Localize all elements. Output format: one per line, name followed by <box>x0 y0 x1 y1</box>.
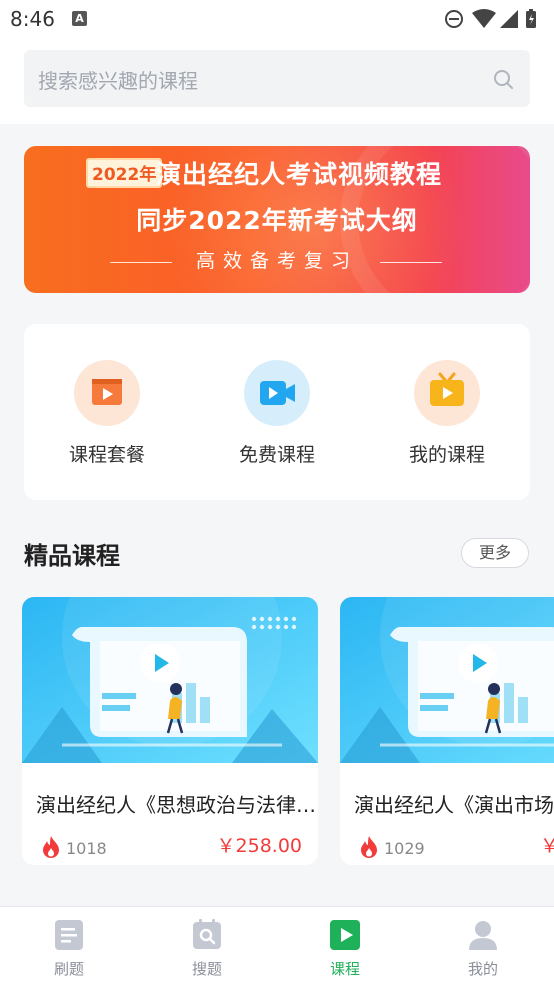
entry-course-package[interactable]: 课程套餐 <box>42 360 172 470</box>
tab-course-label: 课程 <box>329 960 360 978</box>
search-question-icon <box>193 919 221 949</box>
course-title: 演出经纪人《演出市场政策与经纪实务》 <box>354 793 554 817</box>
battery-icon <box>526 9 536 28</box>
course-price: ￥258.00 <box>216 835 302 857</box>
course-card[interactable]: 演出经纪人《思想政治与法律基础》 1018 ￥258.00 <box>22 597 318 865</box>
course-play-icon <box>330 920 360 950</box>
course-cover-image <box>22 597 318 763</box>
status-bar: 8:46 A <box>0 0 554 38</box>
banner-year-badge: 2022年 <box>86 158 163 188</box>
flame-icon <box>43 836 59 858</box>
bottom-tab-bar: 刷题 搜题 课程 我的 <box>0 906 554 984</box>
profile-icon <box>469 921 497 950</box>
search-placeholder: 搜索感兴趣的课程 <box>38 69 198 93</box>
tab-practice[interactable]: 刷题 <box>0 907 138 984</box>
entry-my-course[interactable]: 我的课程 <box>382 360 512 470</box>
quick-entry-panel: 课程套餐 免费课程 我的课程 <box>24 324 530 500</box>
search-icon[interactable] <box>492 68 514 90</box>
section-title: 精品课程 <box>24 542 120 570</box>
status-time: 8:46 <box>10 7 55 31</box>
course-card[interactable]: 演出经纪人《演出市场政策与经纪实务》 1029 ￥258.00 <box>340 597 554 865</box>
practice-icon <box>55 920 83 950</box>
tab-profile[interactable]: 我的 <box>414 907 552 984</box>
status-icons <box>445 9 536 28</box>
wifi-icon <box>472 9 496 28</box>
course-price: ￥258.00 <box>540 835 554 857</box>
course-views: 1018 <box>66 839 107 858</box>
banner-subheadline: 同步2022年新考试大纲 <box>136 206 418 235</box>
dnd-icon <box>445 10 463 28</box>
course-cover-image <box>340 597 554 763</box>
notification-icon: A <box>72 11 87 26</box>
top-area: 8:46 A 搜索感兴趣的课程 <box>0 0 554 124</box>
search-bar[interactable]: 搜索感兴趣的课程 <box>24 50 530 107</box>
banner-divider-right <box>380 262 442 263</box>
tab-search-question[interactable]: 搜题 <box>138 907 276 984</box>
tab-search-question-label: 搜题 <box>191 960 222 978</box>
entry-free-course[interactable]: 免费课程 <box>212 360 342 470</box>
banner-headline: 演出经纪人考试视频教程 <box>156 160 443 189</box>
signal-icon <box>500 10 518 28</box>
entry-course-package-label: 课程套餐 <box>68 444 145 466</box>
tab-course[interactable]: 课程 <box>276 907 414 984</box>
more-button[interactable]: 更多 <box>461 538 529 568</box>
entry-my-course-label: 我的课程 <box>408 444 485 466</box>
flame-icon <box>361 836 377 858</box>
course-title: 演出经纪人《思想政治与法律基础》 <box>36 793 316 817</box>
entry-free-course-label: 免费课程 <box>238 444 315 466</box>
banner-tagline: 高效备考复习 <box>195 250 358 272</box>
tab-profile-label: 我的 <box>467 960 498 978</box>
tab-practice-label: 刷题 <box>53 960 84 978</box>
my-course-icon <box>414 360 480 426</box>
course-package-icon <box>74 360 140 426</box>
promo-banner[interactable]: 2022年 演出经纪人考试视频教程 同步2022年新考试大纲 高效备考复习 <box>24 146 530 293</box>
free-course-icon <box>244 360 310 426</box>
course-views: 1029 <box>384 839 425 858</box>
